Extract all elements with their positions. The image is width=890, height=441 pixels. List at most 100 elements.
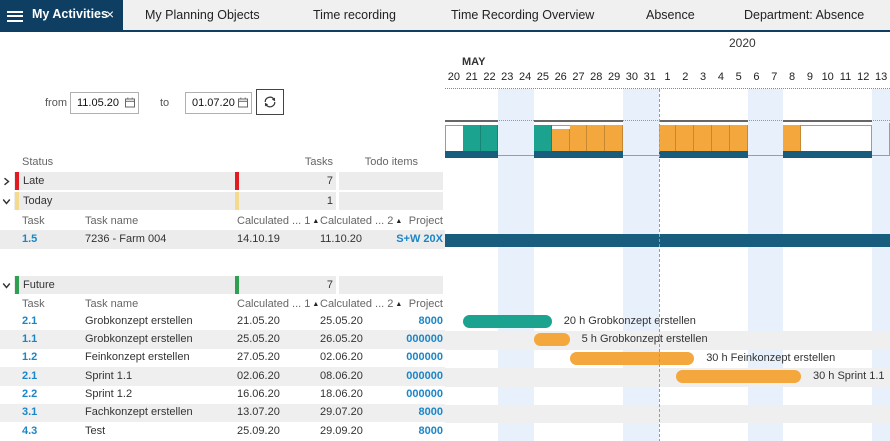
day-header: 26 bbox=[552, 71, 570, 83]
from-date-field[interactable] bbox=[70, 92, 139, 114]
task-row-1.2[interactable]: 1.2Feinkonzept erstellen27.05.2002.06.20… bbox=[0, 349, 445, 367]
from-label: from bbox=[45, 97, 67, 109]
task-panel: from to Status Tasks Todo items bbox=[0, 32, 445, 441]
capacity-bar[interactable] bbox=[676, 125, 694, 151]
column-header-todo-items[interactable]: Todo items bbox=[365, 156, 418, 168]
column-header-status[interactable]: Status bbox=[22, 156, 53, 168]
gantt-bar-full-range[interactable] bbox=[445, 234, 890, 247]
capacity-bar[interactable] bbox=[463, 125, 481, 151]
project-link[interactable]: 000000 bbox=[378, 388, 443, 400]
weekend-stripe bbox=[498, 89, 516, 441]
day-header: 31 bbox=[641, 71, 659, 83]
day-header: 30 bbox=[623, 71, 641, 83]
tab-absence[interactable]: Absence bbox=[646, 8, 695, 22]
task-id-link[interactable]: 2.1 bbox=[22, 370, 37, 382]
capacity-bar[interactable] bbox=[570, 125, 588, 151]
timeline-year-label: 2020 bbox=[729, 36, 756, 50]
project-link[interactable]: S+W 20X bbox=[378, 233, 443, 245]
to-date-input[interactable] bbox=[186, 93, 239, 113]
day-header: 10 bbox=[819, 71, 837, 83]
project-link[interactable]: 8000 bbox=[378, 406, 443, 418]
day-header: 24 bbox=[516, 71, 534, 83]
project-link[interactable]: 000000 bbox=[378, 370, 443, 382]
calculated-date-1: 14.10.19 bbox=[237, 233, 280, 245]
capacity-bar[interactable] bbox=[694, 125, 712, 151]
column-header-task[interactable]: Task bbox=[22, 298, 45, 310]
task-row-4.3[interactable]: 4.3Test25.09.2029.09.208000 bbox=[0, 422, 445, 440]
gantt-bar[interactable] bbox=[570, 352, 695, 365]
group-row-late[interactable]: Late7 bbox=[0, 172, 445, 192]
sort-ascending-icon: ▲ bbox=[312, 218, 319, 225]
row-stripe bbox=[445, 405, 890, 423]
task-row-1.1[interactable]: 1.1Grobkonzept erstellen25.05.2026.05.20… bbox=[0, 330, 445, 348]
weekend-stripe bbox=[872, 89, 890, 441]
tab-my-planning-objects[interactable]: My Planning Objects bbox=[145, 8, 260, 22]
capacity-bar[interactable] bbox=[659, 125, 677, 151]
capacity-bar[interactable] bbox=[481, 125, 499, 151]
task-row-2.2[interactable]: 2.2Sprint 1.216.06.2018.06.20000000 bbox=[0, 386, 445, 404]
refresh-button[interactable] bbox=[256, 89, 284, 115]
group-row-future[interactable]: Future7 bbox=[0, 276, 445, 295]
task-row-3.1[interactable]: 3.1Fachkonzept erstellen13.07.2029.07.20… bbox=[0, 404, 445, 422]
column-header-calculated-1[interactable]: Calculated ... 1▲ bbox=[237, 298, 319, 310]
sub-header-row: TaskTask nameCalculated ... 1▲Calculated… bbox=[0, 212, 445, 230]
capacity-bar[interactable] bbox=[730, 125, 748, 151]
tab-my-activities[interactable]: My Activities × bbox=[0, 0, 123, 30]
column-header-task[interactable]: Task bbox=[22, 215, 45, 227]
chevron-right-icon[interactable] bbox=[2, 177, 11, 186]
column-header-project[interactable]: Project bbox=[378, 215, 443, 227]
column-header-project[interactable]: Project bbox=[378, 298, 443, 310]
capacity-bar[interactable] bbox=[534, 125, 552, 151]
capacity-bar[interactable] bbox=[552, 129, 570, 151]
task-id-link[interactable]: 2.1 bbox=[22, 315, 37, 327]
column-header-task-name[interactable]: Task name bbox=[85, 298, 138, 310]
task-id-link[interactable]: 3.1 bbox=[22, 406, 37, 418]
chevron-down-icon[interactable] bbox=[2, 281, 11, 290]
task-id-link[interactable]: 1.2 bbox=[22, 351, 37, 363]
weekend-stripe bbox=[623, 89, 641, 441]
calendar-icon[interactable] bbox=[125, 97, 135, 108]
gantt-bar[interactable] bbox=[463, 315, 552, 328]
task-row-1.5[interactable]: 1.57236 - Farm 00414.10.1911.10.20S+W 20… bbox=[0, 230, 445, 249]
group-row-today[interactable]: Today1 bbox=[0, 192, 445, 212]
main-area: from to Status Tasks Todo items bbox=[0, 32, 890, 441]
project-link[interactable]: 8000 bbox=[378, 315, 443, 327]
tab-time-recording-overview[interactable]: Time Recording Overview bbox=[451, 8, 594, 22]
task-row-2.1[interactable]: 2.1Grobkonzept erstellen21.05.2025.05.20… bbox=[0, 312, 445, 330]
gantt-bar[interactable] bbox=[676, 370, 801, 383]
calendar-icon[interactable] bbox=[238, 97, 248, 108]
task-table: Status Tasks Todo items Late7Today1 Task T… bbox=[0, 150, 445, 441]
project-link[interactable]: 000000 bbox=[378, 351, 443, 363]
task-id-link[interactable]: 2.2 bbox=[22, 388, 37, 400]
capacity-bar[interactable] bbox=[605, 125, 623, 151]
capacity-bar[interactable] bbox=[587, 125, 605, 151]
task-id-link[interactable]: 1.5 bbox=[22, 233, 37, 245]
column-header-task-name[interactable]: Task name bbox=[85, 215, 138, 227]
task-name: Feinkonzept erstellen bbox=[85, 351, 190, 363]
tab-time-recording[interactable]: Time recording bbox=[313, 8, 396, 22]
gantt-bar-label: 30 h Feinkonzept erstellen bbox=[706, 352, 835, 364]
task-id-link[interactable]: 4.3 bbox=[22, 425, 37, 437]
task-name: Fachkonzept erstellen bbox=[85, 406, 193, 418]
from-date-input[interactable] bbox=[71, 93, 126, 113]
gantt-bar-label: 20 h Grobkonzept erstellen bbox=[564, 315, 696, 327]
capacity-bar[interactable] bbox=[783, 125, 801, 151]
tab-department-absence[interactable]: Department: Absence bbox=[744, 8, 864, 22]
task-row-2.1[interactable]: 2.1Sprint 1.102.06.2008.06.20000000 bbox=[0, 367, 445, 385]
capacity-bar[interactable] bbox=[712, 125, 730, 151]
to-date-field[interactable] bbox=[185, 92, 252, 114]
column-header-tasks[interactable]: Tasks bbox=[305, 156, 333, 168]
group-label: Today bbox=[23, 195, 52, 207]
gantt-bar[interactable] bbox=[534, 333, 570, 346]
project-link[interactable]: 8000 bbox=[378, 425, 443, 437]
day-header: 21 bbox=[463, 71, 481, 83]
column-header-calculated-1[interactable]: Calculated ... 1▲ bbox=[237, 215, 319, 227]
calculated-date-2: 26.05.20 bbox=[320, 333, 363, 345]
menu-icon[interactable] bbox=[7, 8, 23, 24]
to-label: to bbox=[160, 97, 169, 109]
gantt-chart: 2020 MAY 2021222324252627282930311234567… bbox=[445, 32, 890, 441]
chevron-down-icon[interactable] bbox=[2, 197, 11, 206]
close-icon[interactable]: × bbox=[106, 6, 114, 22]
task-id-link[interactable]: 1.1 bbox=[22, 333, 37, 345]
project-link[interactable]: 000000 bbox=[378, 333, 443, 345]
